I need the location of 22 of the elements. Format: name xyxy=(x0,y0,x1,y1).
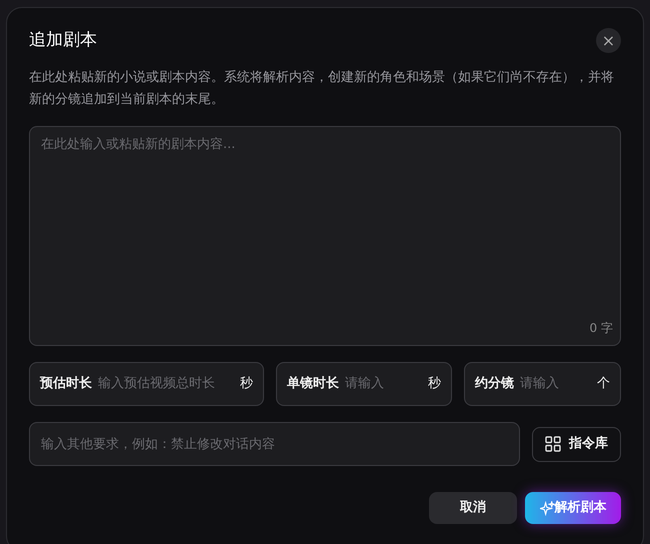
parse-script-button[interactable]: 解析剧本 xyxy=(525,492,621,524)
field-label: 单镜时长 xyxy=(287,375,339,394)
cancel-button[interactable]: 取消 xyxy=(429,492,517,524)
number-input[interactable]: 输入预估视频总时长 xyxy=(98,374,240,394)
sparkle-icon xyxy=(540,500,554,516)
unit-label: 秒 xyxy=(428,375,441,394)
close-button[interactable]: × xyxy=(596,28,621,53)
unit-label: 个 xyxy=(597,375,610,394)
number-input[interactable]: 请输入 xyxy=(520,374,597,394)
command-library-button[interactable]: 指令库 xyxy=(532,426,621,462)
dialog-title: 追加剧本 xyxy=(29,30,97,51)
number-input[interactable]: 请输入 xyxy=(345,374,428,394)
number-field[interactable]: 约分镜 请输入 个 xyxy=(464,362,621,406)
field-label: 约分镜 xyxy=(475,375,514,394)
requirements-field[interactable]: 输入其他要求，例如：禁止修改对话内容 xyxy=(29,422,520,466)
unit-label: 秒 xyxy=(240,375,253,394)
number-field[interactable]: 预估时长 输入预估视频总时长 秒 xyxy=(29,362,264,406)
description-text: 在此处粘贴新的小说或剧本内容。系统将解析内容，创建新的角色和场景（如果它们尚不存在），并将新的分镜追加到当前剧本的末尾。 xyxy=(29,69,615,109)
character-count: 0 字 xyxy=(590,320,613,337)
field-label: 预估时长 xyxy=(40,375,92,394)
grid-icon xyxy=(545,436,561,452)
number-field[interactable]: 单镜时长 请输入 秒 xyxy=(276,362,452,406)
